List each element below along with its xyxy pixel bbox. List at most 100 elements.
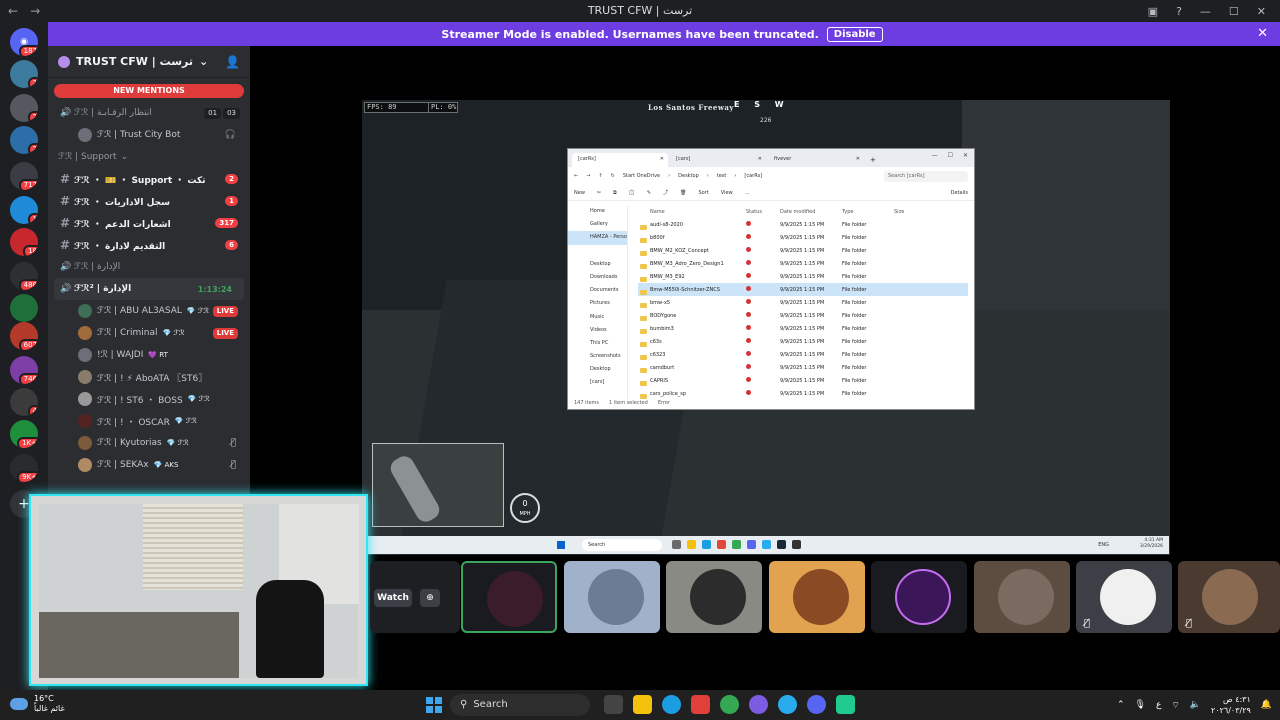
- volume-icon[interactable]: 🔈: [1190, 700, 1201, 710]
- voice-channel-active[interactable]: 🔊 ℱℛ² | الإدارة 1:13:24: [54, 278, 244, 300]
- voice-member[interactable]: ℱℛ | ! ⚡ AboATA 〖ST6〗: [48, 366, 250, 388]
- breadcrumb-item[interactable]: test: [717, 173, 727, 179]
- nav-item-gallery[interactable]: Gallery: [568, 218, 627, 231]
- nav-item-screenshots[interactable]: Screenshots: [568, 350, 627, 363]
- edge-icon[interactable]: [662, 695, 681, 714]
- delete-icon[interactable]: 🗑: [680, 190, 686, 196]
- wifi-icon[interactable]: ⌔: [1171, 700, 1179, 711]
- voice-member[interactable]: ℱℛ | ! ・ OSCAR 💎 ℱℛ: [48, 410, 250, 432]
- server-icon[interactable]: 1: [10, 196, 38, 224]
- file-row[interactable]: bumbim3 9/9/2025 1:15 PM File folder: [638, 322, 968, 335]
- column-header-name[interactable]: Name: [638, 209, 746, 215]
- invite-icon[interactable]: 👤: [225, 55, 240, 69]
- server-icon[interactable]: 2: [10, 60, 38, 88]
- system-clock[interactable]: ٤:٣١ ص ٢٠٢٦/٠٣/٢٩: [1211, 694, 1251, 716]
- close-tab-icon[interactable]: ✕: [660, 156, 664, 162]
- weather-widget[interactable]: 16°C غائم غالباً: [10, 694, 65, 714]
- voice-member[interactable]: !ℛ | WAJDI 💜 RT: [48, 344, 250, 366]
- participant-tile[interactable]: [769, 561, 865, 633]
- explorer-tab[interactable]: fivever ✕: [768, 153, 864, 167]
- server-icon[interactable]: 18: [10, 228, 38, 256]
- server-icon[interactable]: [10, 294, 38, 322]
- close-tab-icon[interactable]: ✕: [758, 156, 762, 162]
- voice-member[interactable]: ℱℛ | ABU AL3ASAL 💎 ℱℛ LIVE: [48, 300, 250, 322]
- participant-tile[interactable]: [871, 561, 967, 633]
- column-header-date[interactable]: Date modified: [780, 209, 842, 215]
- more-icon[interactable]: …: [745, 190, 750, 196]
- file-row[interactable]: BMW_M2_KOZ_Concept 9/9/2025 1:15 PM File f…: [638, 244, 968, 257]
- minimize-icon[interactable]: —: [1200, 5, 1211, 18]
- file-row[interactable]: c6323 9/9/2025 1:15 PM File folder: [638, 348, 968, 361]
- server-icon[interactable]: 717: [10, 162, 38, 190]
- file-explorer-icon[interactable]: [633, 695, 652, 714]
- server-icon[interactable]: 2: [10, 126, 38, 154]
- text-channel[interactable]: # ℱℛ ・ 🎫 ・ Support ・ تكت 2: [48, 168, 250, 190]
- nav-item-pictures[interactable]: Pictures: [568, 297, 627, 310]
- rename-icon[interactable]: ✎: [647, 190, 651, 196]
- app-icon[interactable]: [836, 695, 855, 714]
- new-mentions-button[interactable]: NEW MENTIONS: [54, 84, 244, 98]
- voice-member[interactable]: ℱℛ | SEKAx 💎 AKS 🎙̸: [48, 454, 250, 476]
- nav-item-onedrive[interactable]: HAMZA - Perso: [568, 231, 627, 245]
- server-icon[interactable]: 746: [10, 356, 38, 384]
- popout-icon[interactable]: ⊕: [420, 589, 440, 607]
- file-row[interactable]: audi-s8-2020 9/9/2025 1:15 PM File folder: [638, 218, 968, 231]
- server-icon[interactable]: 1K+: [10, 420, 38, 448]
- nav-item-music[interactable]: Music: [568, 311, 627, 324]
- file-row[interactable]: c63s 9/9/2025 1:15 PM File folder: [638, 335, 968, 348]
- column-header-size[interactable]: Size: [894, 209, 924, 215]
- nav-item-desktop[interactable]: Desktop: [568, 363, 627, 376]
- voice-channel[interactable]: 🔊 ℱℛ | الإدارة: [48, 256, 250, 278]
- paste-icon[interactable]: 📋: [629, 190, 635, 196]
- file-row[interactable]: BODYgone 9/9/2025 1:15 PM File folder: [638, 309, 968, 322]
- close-window-icon[interactable]: ✕: [1257, 5, 1266, 18]
- voice-channel[interactable]: 🔊 ℱℛ | انتظار الرقـابـة 01 03: [48, 102, 250, 124]
- input-language[interactable]: ع: [1156, 700, 1161, 710]
- game-stream[interactable]: FPS: 89 PL: 0% Los Santos Freeway E S W …: [362, 100, 1170, 555]
- participant-tile[interactable]: 🎙̸: [1178, 561, 1280, 633]
- help-icon[interactable]: ?: [1176, 5, 1182, 18]
- file-row[interactable]: BMW_M3_E92 9/9/2025 1:15 PM File folder: [638, 270, 968, 283]
- close-icon[interactable]: ✕: [1257, 26, 1268, 41]
- file-row[interactable]: CAPRIS 9/9/2025 1:15 PM File folder: [638, 374, 968, 387]
- task-view-icon[interactable]: [604, 695, 623, 714]
- participant-tile[interactable]: [461, 561, 557, 633]
- explorer-tab[interactable]: [carRs] ✕: [572, 153, 668, 167]
- start-button[interactable]: [426, 697, 442, 713]
- text-channel[interactable]: # ℱℛ ・ التقديم لادارة 6: [48, 234, 250, 256]
- explorer-search-input[interactable]: Search [carRs]: [884, 170, 968, 182]
- voice-member[interactable]: ℱℛ | Trust City Bot 🎧: [48, 124, 250, 146]
- file-row[interactable]: b800f 9/9/2025 1:15 PM File folder: [638, 231, 968, 244]
- back-icon[interactable]: ←: [574, 173, 578, 179]
- server-icon[interactable]: 4: [10, 388, 38, 416]
- server-header[interactable]: TRUST CFW | ترست ⌄ 👤: [48, 46, 250, 78]
- notification-icon[interactable]: 🔔: [1261, 700, 1272, 710]
- breadcrumb-item[interactable]: [carRs]: [744, 173, 762, 179]
- telegram-icon[interactable]: [778, 695, 797, 714]
- explorer-tab[interactable]: [cars] ✕: [670, 153, 766, 167]
- server-icon[interactable]: 607: [10, 322, 38, 350]
- chevron-up-icon[interactable]: ⌃: [1117, 700, 1125, 710]
- nav-item-videos[interactable]: Videos: [568, 324, 627, 337]
- view-button[interactable]: View: [721, 190, 733, 196]
- nav-item-this-pc[interactable]: This PC: [568, 337, 627, 350]
- category-header[interactable]: ℱℛ | Support ⌄: [48, 146, 250, 168]
- discord-home-icon[interactable]: ◉ 187: [10, 28, 38, 56]
- details-button[interactable]: Details: [951, 190, 968, 196]
- breadcrumb-item[interactable]: Start OneDrive: [623, 173, 660, 179]
- voice-member[interactable]: ℱℛ | Criminal 💎 ℱℛ LIVE: [48, 322, 250, 344]
- nav-item-desktop[interactable]: Desktop: [568, 258, 627, 271]
- participant-tile[interactable]: [974, 561, 1070, 633]
- server-icon[interactable]: 2: [10, 94, 38, 122]
- text-channel[interactable]: # ℱℛ ・ اشعارات الدعم 317: [48, 212, 250, 234]
- maximize-icon[interactable]: ☐: [948, 152, 953, 159]
- server-icon[interactable]: 488: [10, 262, 38, 290]
- new-tab-icon[interactable]: +: [866, 156, 880, 167]
- file-row[interactable]: camdburt 9/9/2025 1:15 PM File folder: [638, 361, 968, 374]
- discord-icon[interactable]: [807, 695, 826, 714]
- participant-tile[interactable]: [564, 561, 660, 633]
- file-row[interactable]: bmw-x5 9/9/2025 1:15 PM File folder: [638, 296, 968, 309]
- taskbar-search[interactable]: ⚲ Search: [450, 694, 590, 716]
- participant-tile[interactable]: 🎙̸: [1076, 561, 1172, 633]
- nav-item-downloads[interactable]: Downloads: [568, 271, 627, 284]
